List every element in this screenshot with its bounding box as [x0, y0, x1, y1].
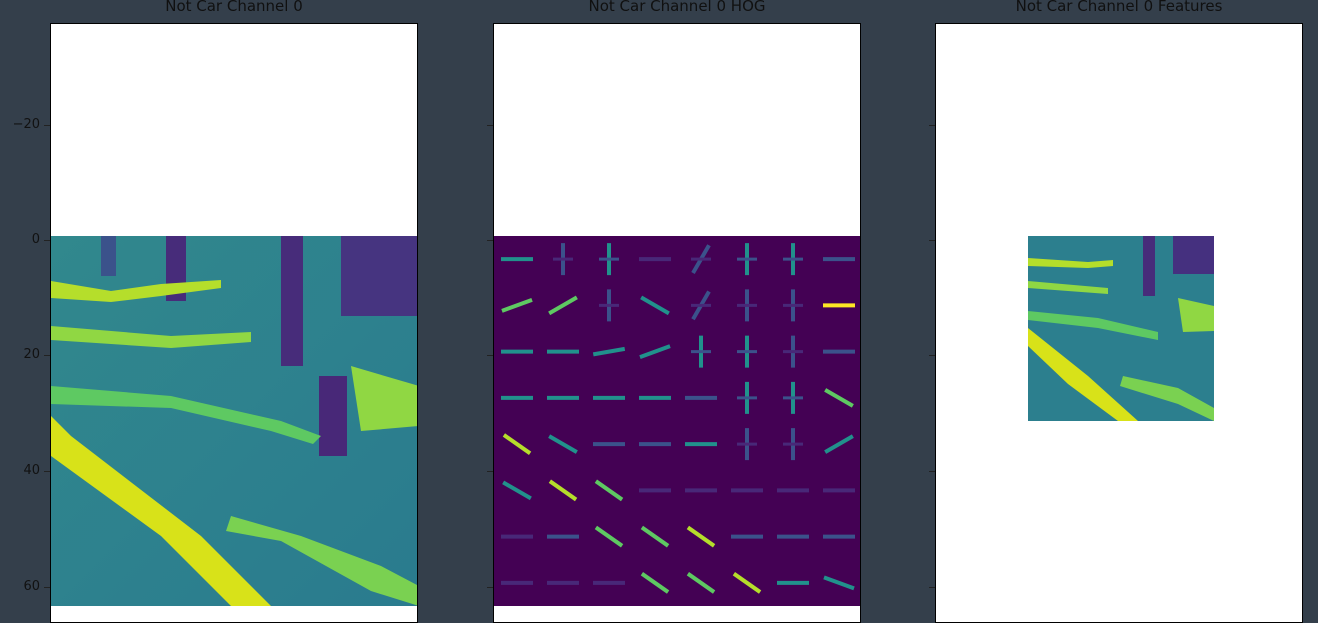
image-hog [494, 236, 860, 606]
image-region-purple [319, 376, 347, 456]
title-panel-1: Not Car Channel 0 [165, 0, 303, 15]
y-tick [929, 355, 935, 356]
feature-region-purple [1143, 236, 1155, 296]
image-channel-0 [51, 236, 417, 606]
y-tick [929, 471, 935, 472]
y-tick [44, 355, 50, 356]
y-tick-label: 40 [23, 463, 40, 478]
image-region-purple [341, 236, 417, 316]
y-tick [929, 125, 935, 126]
y-tick [487, 587, 493, 588]
y-tick [929, 587, 935, 588]
y-tick [487, 355, 493, 356]
y-tick [44, 587, 50, 588]
title-panel-3: Not Car Channel 0 Features [1015, 0, 1223, 15]
y-tick-label: 0 [31, 232, 40, 247]
image-region-purple [101, 236, 116, 276]
image-features [1028, 236, 1214, 421]
y-tick-label: 60 [23, 579, 40, 594]
y-tick [487, 125, 493, 126]
y-tick-label: −20 [12, 117, 40, 132]
y-tick [44, 125, 50, 126]
axes-panel-1 [50, 23, 418, 623]
y-tick [487, 471, 493, 472]
y-tick [929, 240, 935, 241]
feature-region-purple [1173, 236, 1214, 274]
axes-panel-2 [493, 23, 861, 623]
axes-panel-3 [935, 23, 1303, 623]
y-tick [44, 240, 50, 241]
y-tick [487, 240, 493, 241]
title-panel-2: Not Car Channel 0 HOG [588, 0, 766, 15]
image-region-purple [281, 236, 303, 366]
hog-background [494, 236, 860, 606]
y-tick [44, 471, 50, 472]
y-tick-label: 20 [23, 347, 40, 362]
